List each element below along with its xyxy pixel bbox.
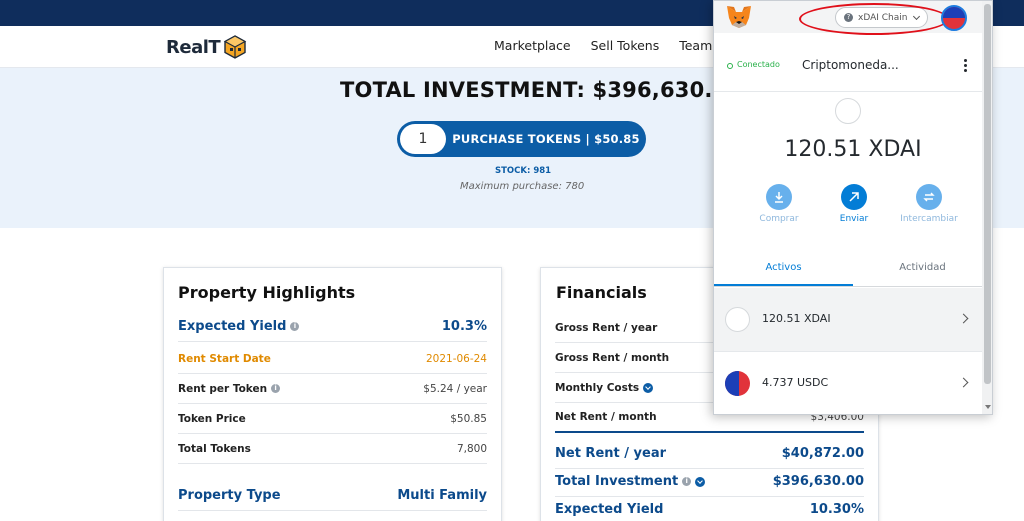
chevron-right-icon <box>958 313 969 324</box>
row-label: Total Investment <box>555 474 679 489</box>
realt-logo[interactable]: RealT <box>166 34 248 60</box>
metamask-popup: ? xDAI Chain Conectado Criptomoneda... 1… <box>713 0 993 415</box>
popup-scrollbar[interactable] <box>982 1 992 414</box>
asset-row-usdc[interactable]: 4.737 USDC <box>714 352 992 414</box>
wallet-actions: Comprar Enviar Intercambiar <box>744 184 964 224</box>
purchase-widget: 1 PURCHASE TOKENS | $50.85 <box>397 121 646 157</box>
token-logo <box>835 98 861 124</box>
row-label: Expected Yield <box>555 501 664 517</box>
account-name[interactable]: Criptomoneda... <box>802 58 899 72</box>
send-arrow-icon <box>841 184 867 210</box>
row-label: Rent per Token <box>178 382 268 395</box>
highlight-row-total-tokens: Total Tokens 7,800 <box>178 434 487 464</box>
row-value: Multi Family <box>397 488 487 503</box>
row-value: $5.24 / year <box>423 382 487 395</box>
highlight-row-expected-yield: Expected Yield i 10.3% <box>178 312 487 342</box>
row-label: Net Rent / year <box>555 446 667 461</box>
send-label: Enviar <box>839 214 869 224</box>
chevron-right-icon <box>958 377 969 388</box>
highlight-row-rent-per-token: Rent per Token i $5.24 / year <box>178 374 487 404</box>
row-label: Gross Rent / year <box>555 321 658 334</box>
info-icon[interactable]: i <box>290 322 300 331</box>
nav-marketplace[interactable]: Marketplace <box>494 38 571 53</box>
row-value: $40,872.00 <box>781 446 864 461</box>
financial-row-net-rent-year: Net Rent / year $40,872.00 <box>555 439 864 469</box>
page: RealT Marketplace Sell Tokens Team TOTAL… <box>0 0 1024 521</box>
download-icon <box>766 184 792 210</box>
tab-assets[interactable]: Activos <box>714 253 853 286</box>
row-value: 2021-06-24 <box>425 352 487 365</box>
card-title: Property Highlights <box>178 283 356 302</box>
send-button[interactable]: Enviar <box>819 184 889 224</box>
highlight-row-token-price: Token Price $50.85 <box>178 404 487 434</box>
swap-button[interactable]: Intercambiar <box>894 184 964 224</box>
annotation-circle <box>799 3 949 35</box>
buy-label: Comprar <box>759 214 799 224</box>
buy-button[interactable]: Comprar <box>744 184 814 224</box>
asset-row-xdai[interactable]: 120.51 XDAI <box>714 288 992 352</box>
more-options-icon[interactable] <box>964 59 968 73</box>
row-label: Expected Yield <box>178 319 287 334</box>
account-avatar[interactable] <box>941 5 967 31</box>
swap-icon <box>916 184 942 210</box>
expand-chevron-icon[interactable] <box>643 382 654 393</box>
connected-status-icon <box>727 63 733 69</box>
expand-chevron-icon[interactable] <box>695 476 706 487</box>
max-purchase-label: Maximum purchase: 780 <box>460 181 585 192</box>
tab-activity[interactable]: Actividad <box>853 253 992 286</box>
account-balance: 120.51 XDAI <box>784 137 922 162</box>
total-investment-heading: TOTAL INVESTMENT: $396,630.00 <box>340 78 743 102</box>
usdc-token-icon <box>725 371 750 396</box>
nav-team[interactable]: Team <box>679 38 712 53</box>
wallet-tabs: Activos Actividad <box>714 253 992 287</box>
info-icon[interactable]: i <box>682 477 692 486</box>
row-value: $50.85 <box>450 412 487 425</box>
swap-label: Intercambiar <box>900 214 958 224</box>
logo-text: RealT <box>166 36 221 58</box>
row-label: Rent Start Date <box>178 352 271 365</box>
info-icon[interactable]: i <box>271 384 281 393</box>
row-label: Property Type <box>178 488 281 503</box>
quantity-input[interactable]: 1 <box>400 124 446 154</box>
property-highlights-card: Property Highlights Expected Yield i 10.3… <box>163 267 502 521</box>
row-value: 7,800 <box>456 442 487 455</box>
cube-logo-icon <box>223 35 247 59</box>
row-label: Net Rent / month <box>555 411 657 423</box>
row-label: Total Tokens <box>178 442 251 455</box>
purchase-tokens-button[interactable]: PURCHASE TOKENS | $50.85 <box>446 132 646 146</box>
scrollbar-thumb[interactable] <box>984 4 991 384</box>
card-title: Financials <box>556 283 647 302</box>
row-value: 10.3% <box>441 319 487 334</box>
main-nav: Marketplace Sell Tokens Team <box>494 38 712 53</box>
row-value: 10.30% <box>809 501 864 517</box>
financial-row-total-investment: Total Investment i $396,630.00 <box>555 467 864 497</box>
nav-sell-tokens[interactable]: Sell Tokens <box>591 38 660 53</box>
highlight-row-property-type: Property Type Multi Family <box>178 481 487 511</box>
highlight-row-rent-start-date: Rent Start Date 2021-06-24 <box>178 344 487 374</box>
financial-row-expected-yield: Expected Yield 10.30% <box>555 494 864 521</box>
account-bar: Conectado Criptomoneda... <box>714 47 992 92</box>
row-label: Gross Rent / month <box>555 351 670 364</box>
stock-label: STOCK: 981 <box>495 166 552 176</box>
asset-amount: 4.737 USDC <box>762 376 829 389</box>
metamask-fox-icon <box>727 6 751 28</box>
xdai-token-icon <box>725 307 750 332</box>
row-value: $396,630.00 <box>772 474 864 489</box>
scroll-down-arrow-icon[interactable] <box>985 405 991 409</box>
metamask-header: ? xDAI Chain <box>714 1 992 35</box>
row-label: Token Price <box>178 412 246 425</box>
asset-amount: 120.51 XDAI <box>762 312 831 325</box>
row-label: Monthly Costs <box>555 381 640 394</box>
connected-status-label[interactable]: Conectado <box>737 60 780 69</box>
